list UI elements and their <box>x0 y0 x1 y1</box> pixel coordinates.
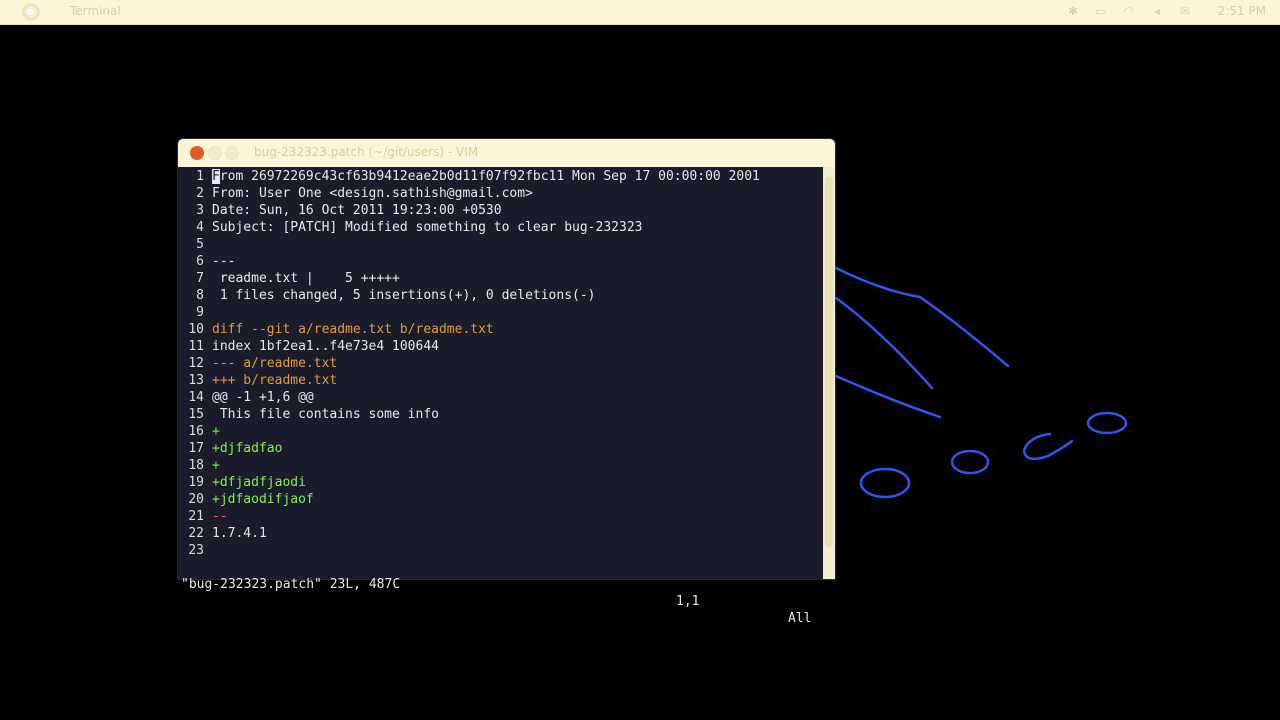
annotation-circle <box>950 449 990 475</box>
annotation-stroke <box>1022 432 1074 461</box>
annotation-stroke <box>834 374 942 419</box>
pen-annotation-layer <box>834 266 1128 499</box>
annotation-circle <box>1086 411 1128 435</box>
annotation-stroke <box>834 296 934 390</box>
annotation-circle <box>859 467 911 499</box>
